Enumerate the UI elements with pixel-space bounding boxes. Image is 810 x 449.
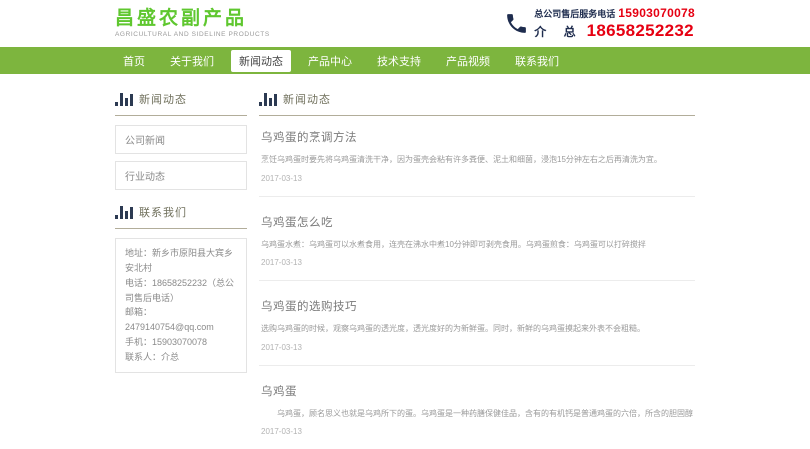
nav-item-2[interactable]: 新闻动态 (231, 50, 291, 72)
nav-item-1[interactable]: 关于我们 (162, 50, 222, 72)
news-main: 新闻动态 乌鸡蛋的烹调方法烹饪乌鸡蛋时要先将乌鸡蛋清洗干净，因为蛋壳会粘有许多粪… (259, 84, 695, 449)
nav-item-6[interactable]: 联系我们 (507, 50, 567, 72)
contact-line-0: 地址：新乡市原阳县大宾乡安北村 (125, 246, 237, 276)
sidebar-news-heading-label: 新闻动态 (139, 91, 187, 107)
contact-phone-line: 介 总 18658252232 (534, 21, 694, 41)
news-item-description: 选购乌鸡蛋的时候，观察乌鸡蛋的透光度，透光度好的为新鲜蛋。同时，新鲜的乌鸡蛋摸起… (261, 323, 693, 335)
site-header: 昌盛农副产品 AGRICULTURAL AND SIDELINE PRODUCT… (0, 0, 810, 47)
service-phone-number: 15903070078 (618, 7, 695, 21)
site-logo[interactable]: 昌盛农副产品 AGRICULTURAL AND SIDELINE PRODUCT… (115, 9, 270, 38)
news-item-description: 乌鸡蛋，顾名思义也就是乌鸡所下的蛋。乌鸡蛋是一种药膳保健佳品，含有的有机钙是普通… (261, 408, 693, 420)
main-news-heading: 新闻动态 (259, 84, 695, 116)
news-item-0[interactable]: 乌鸡蛋的烹调方法烹饪乌鸡蛋时要先将乌鸡蛋清洗干净，因为蛋壳会粘有许多粪便、泥土和… (259, 116, 695, 197)
header-contact-block: 总公司售后服务电话 15903070078 介 总 18658252232 (504, 7, 695, 40)
nav-item-0[interactable]: 首页 (115, 50, 153, 72)
service-phone-label: 总公司售后服务电话 (534, 9, 615, 19)
news-item-1[interactable]: 乌鸡蛋怎么吃乌鸡蛋水煮：乌鸡蛋可以水煮食用，连壳在沸水中煮10分钟即可剥壳食用。… (259, 197, 695, 282)
news-item-description: 烹饪乌鸡蛋时要先将乌鸡蛋清洗干净，因为蛋壳会粘有许多粪便、泥土和细菌，浸泡15分… (261, 154, 693, 166)
news-item-title[interactable]: 乌鸡蛋的选购技巧 (261, 298, 693, 314)
contact-line-1: 电话：18658252232（总公司售后电话） (125, 276, 237, 306)
nav-item-4[interactable]: 技术支持 (369, 50, 429, 72)
logo-subtitle: AGRICULTURAL AND SIDELINE PRODUCTS (115, 31, 270, 38)
main-news-heading-label: 新闻动态 (283, 91, 331, 107)
main-nav: 首页关于我们新闻动态产品中心技术支持产品视频联系我们 (0, 47, 810, 74)
news-item-description: 乌鸡蛋水煮：乌鸡蛋可以水煮食用，连壳在沸水中煮10分钟即可剥壳食用。乌鸡蛋煎食：… (261, 239, 693, 251)
contact-info-box: 地址：新乡市原阳县大宾乡安北村电话：18658252232（总公司售后电话）邮箱… (115, 238, 247, 373)
news-item-title[interactable]: 乌鸡蛋 (261, 383, 693, 399)
news-item-title[interactable]: 乌鸡蛋怎么吃 (261, 214, 693, 230)
news-item-title[interactable]: 乌鸡蛋的烹调方法 (261, 129, 693, 145)
nav-item-3[interactable]: 产品中心 (300, 50, 360, 72)
contact-person-name: 介 总 (534, 26, 582, 40)
logo-title: 昌盛农副产品 (115, 9, 270, 29)
news-item-3[interactable]: 乌鸡蛋 乌鸡蛋，顾名思义也就是乌鸡所下的蛋。乌鸡蛋是一种药膳保健佳品，含有的有机… (259, 366, 695, 449)
bar-chart-icon (115, 206, 133, 219)
service-phone-line: 总公司售后服务电话 15903070078 (534, 7, 695, 21)
sidebar-contact-heading-label: 联系我们 (139, 204, 187, 220)
sidebar-contact-heading: 联系我们 (115, 197, 247, 229)
contact-line-3: 手机：15903070078 (125, 335, 237, 350)
sidebar-category-item-1[interactable]: 行业动态 (115, 161, 247, 190)
contact-line-4: 联系人：介总 (125, 350, 237, 365)
nav-item-5[interactable]: 产品视频 (438, 50, 498, 72)
contact-phone-number: 18658252232 (587, 21, 694, 41)
news-list: 乌鸡蛋的烹调方法烹饪乌鸡蛋时要先将乌鸡蛋清洗干净，因为蛋壳会粘有许多粪便、泥土和… (259, 116, 695, 449)
sidebar-category-item-0[interactable]: 公司新闻 (115, 125, 247, 154)
bar-chart-icon (115, 93, 133, 106)
news-item-date: 2017-03-13 (261, 258, 693, 267)
page-content: 新闻动态 公司新闻行业动态 联系我们 地址：新乡市原阳县大宾乡安北村电话：186… (115, 74, 695, 449)
nav-items-container: 首页关于我们新闻动态产品中心技术支持产品视频联系我们 (115, 47, 695, 74)
news-item-date: 2017-03-13 (261, 343, 693, 352)
sidebar-category-list: 公司新闻行业动态 (115, 125, 247, 190)
sidebar-news-heading: 新闻动态 (115, 84, 247, 116)
phone-icon (504, 11, 529, 36)
news-item-2[interactable]: 乌鸡蛋的选购技巧选购乌鸡蛋的时候，观察乌鸡蛋的透光度，透光度好的为新鲜蛋。同时，… (259, 281, 695, 366)
sidebar: 新闻动态 公司新闻行业动态 联系我们 地址：新乡市原阳县大宾乡安北村电话：186… (115, 84, 247, 449)
news-item-date: 2017-03-13 (261, 174, 693, 183)
contact-line-2: 邮箱：2479140754@qq.com (125, 305, 237, 335)
news-item-date: 2017-03-13 (261, 427, 693, 436)
bar-chart-icon (259, 93, 277, 106)
